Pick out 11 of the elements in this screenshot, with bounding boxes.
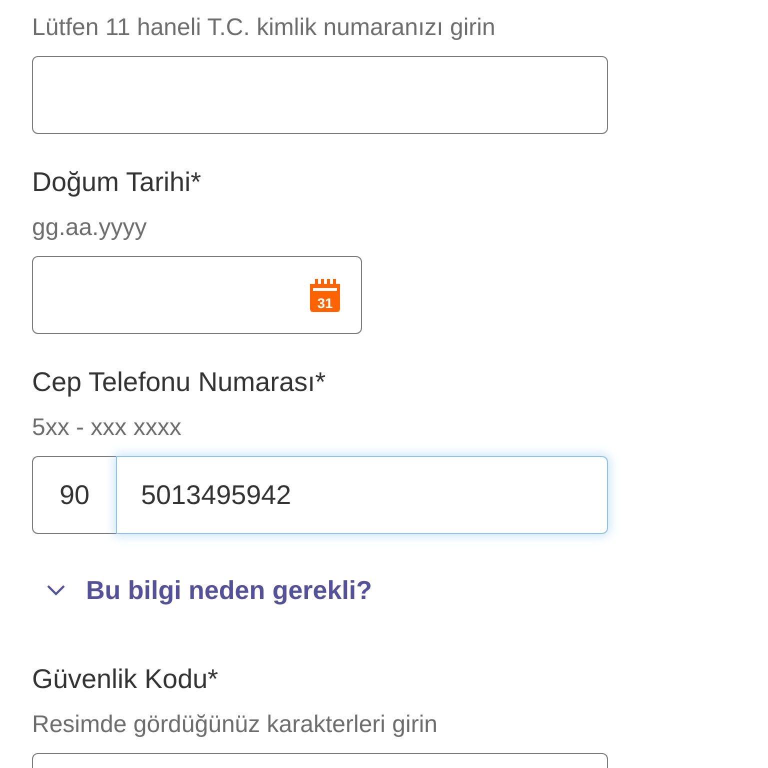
chevron-icon [46,584,66,596]
field-hint: Lütfen 11 haneli T.C. kimlik numaranızı girin [32,13,496,43]
input-field[interactable] [32,56,608,134]
field-hint: Resimde gördüğünüz karakterleri girin [32,710,438,740]
phone-input[interactable]: 5013495942 [116,456,608,534]
field-label: Doğum Tarihi* [32,166,202,199]
info-toggle-link[interactable]: Bu bilgi neden gerekli? [32,572,372,608]
field-label: Güvenlik Kodu* [32,663,218,696]
field-hint: gg.aa.yyyy [32,213,147,243]
field-label: Cep Telefonu Numarası* [32,366,326,399]
field-hint: 5xx - xxx xxxx [32,413,182,443]
